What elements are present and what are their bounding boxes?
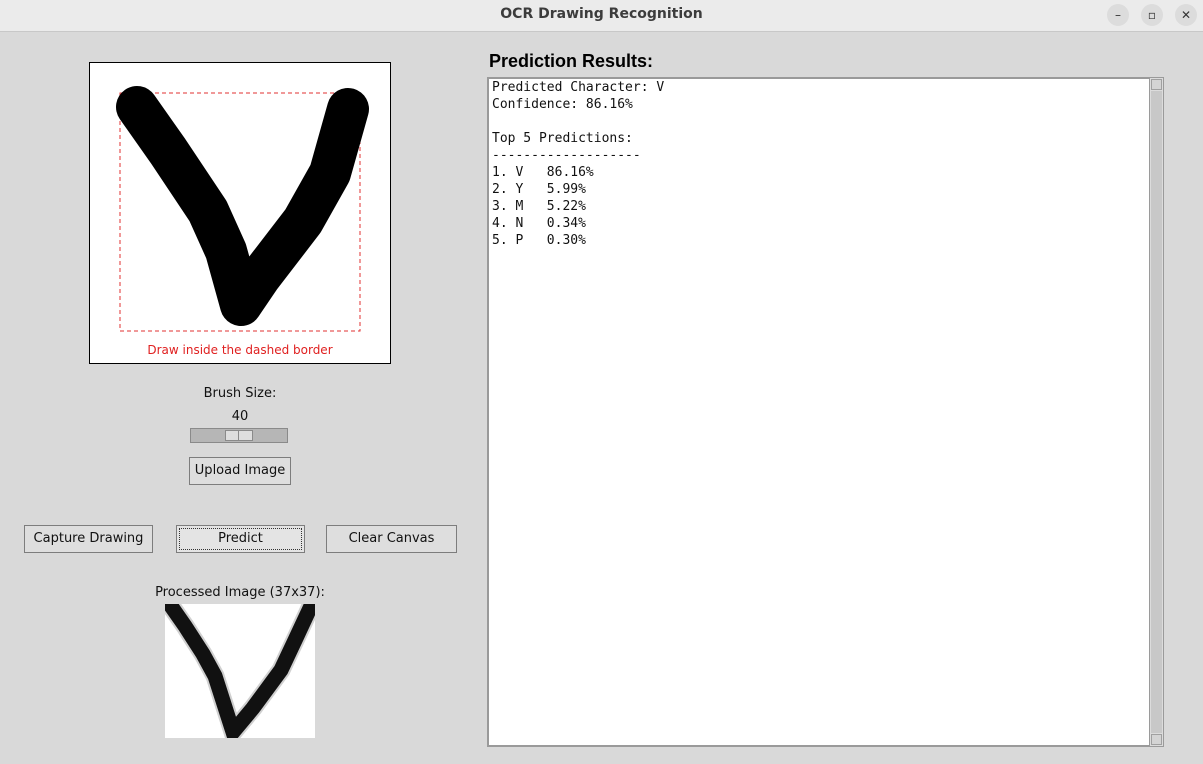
brush-size-value: 40	[231, 409, 249, 424]
clear-canvas-button[interactable]: Clear Canvas	[326, 525, 457, 553]
scrollbar-trough[interactable]	[1151, 91, 1162, 733]
processed-image-preview	[165, 604, 315, 738]
canvas-hint: Draw inside the dashed border	[147, 343, 333, 357]
drawing-canvas[interactable]: Draw inside the dashed border	[89, 62, 391, 364]
slider-thumb[interactable]	[225, 430, 253, 441]
prediction-item: 2. Y 5.99%	[492, 182, 586, 197]
processed-image-label: Processed Image (37x37):	[155, 585, 325, 600]
upload-image-button[interactable]: Upload Image	[189, 457, 291, 485]
brush-size-label: Brush Size:	[203, 386, 277, 401]
close-icon[interactable]: ✕	[1175, 4, 1197, 26]
results-textbox[interactable]: Predicted Character: V Confidence: 86.16…	[487, 77, 1164, 747]
drawn-v-stroke	[116, 86, 369, 326]
results-scrollbar[interactable]	[1149, 77, 1164, 747]
brush-size-slider[interactable]	[190, 428, 288, 443]
window-title: OCR Drawing Recognition	[500, 6, 703, 22]
results-text: Predicted Character: V Confidence: 86.16…	[492, 79, 664, 249]
predicted-character-line: Predicted Character: V	[492, 80, 665, 95]
prediction-item: 3. M 5.22%	[492, 199, 586, 214]
separator-line: -------------------	[492, 148, 641, 163]
title-bar: OCR Drawing Recognition – ▫ ✕	[0, 0, 1203, 32]
app-window: OCR Drawing Recognition – ▫ ✕ Draw insid…	[0, 0, 1203, 764]
top5-header: Top 5 Predictions:	[492, 131, 633, 146]
scroll-down-icon[interactable]	[1151, 734, 1162, 745]
predict-button-label: Predict	[218, 531, 263, 546]
prediction-item: 5. P 0.30%	[492, 233, 586, 248]
capture-drawing-button[interactable]: Capture Drawing	[24, 525, 153, 553]
minimize-icon[interactable]: –	[1107, 4, 1129, 26]
prediction-item: 4. N 0.34%	[492, 216, 586, 231]
maximize-icon[interactable]: ▫	[1141, 4, 1163, 26]
results-title: Prediction Results:	[489, 51, 654, 71]
processed-image	[165, 604, 315, 738]
processed-v-blur	[165, 604, 315, 738]
prediction-item: 1. V 86.16%	[492, 165, 594, 180]
drawing-strokes	[116, 86, 369, 332]
confidence-line: Confidence: 86.16%	[492, 97, 633, 112]
predict-button[interactable]: Predict	[176, 525, 305, 553]
scroll-up-icon[interactable]	[1151, 79, 1162, 90]
